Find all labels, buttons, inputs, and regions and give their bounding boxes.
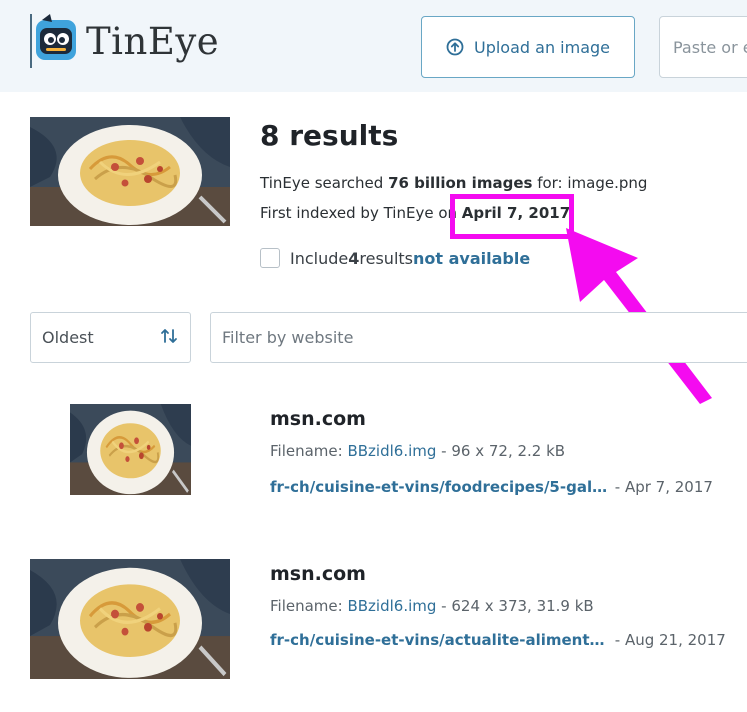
image-meta: - 624 x 373, 31.9 kB [436, 597, 594, 615]
image-meta: - 96 x 72, 2.2 kB [436, 442, 566, 460]
filename-label: Filename: [270, 442, 348, 460]
filter-website-input[interactable]: Filter by website [210, 312, 747, 363]
result-thumbnail[interactable] [70, 404, 191, 495]
sort-arrows-icon [160, 327, 178, 349]
sort-select[interactable]: Oldest [30, 312, 191, 363]
filter-placeholder: Filter by website [222, 328, 354, 347]
result-filename-line: Filename: BBzidl6.img - 624 x 373, 31.9 … [270, 597, 594, 615]
result-filename-line: Filename: BBzidl6.img - 96 x 72, 2.2 kB [270, 442, 565, 460]
result-url-link[interactable]: fr-ch/cuisine-et-vins/foodrecipes/5-gale… [270, 478, 610, 496]
filename-label: Filename: [270, 597, 348, 615]
result-url-line: fr-ch/cuisine-et-vins/actualite-aliments… [270, 631, 726, 649]
result-site[interactable]: msn.com [270, 563, 366, 585]
result-date: - Aug 21, 2017 [610, 631, 726, 649]
result-url-line: fr-ch/cuisine-et-vins/foodrecipes/5-gale… [270, 478, 713, 496]
result-site[interactable]: msn.com [270, 408, 366, 430]
result-thumbnail[interactable] [30, 559, 230, 679]
filename-link[interactable]: BBzidl6.img [347, 442, 436, 460]
result-url-link[interactable]: fr-ch/cuisine-et-vins/actualite-aliments… [270, 631, 610, 649]
filename-link[interactable]: BBzidl6.img [347, 597, 436, 615]
sort-value: Oldest [42, 328, 94, 347]
result-date: - Apr 7, 2017 [610, 478, 713, 496]
